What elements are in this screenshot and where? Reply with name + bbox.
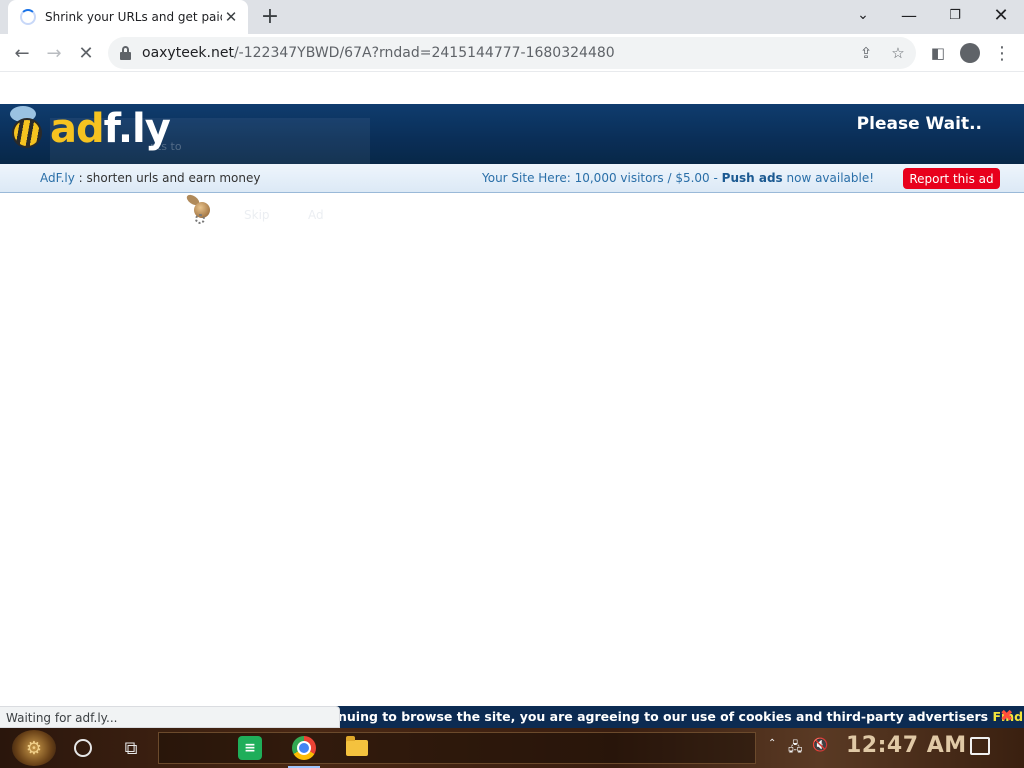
task-view-icon[interactable]: ⧉ (120, 737, 142, 759)
browser-toolbar: ← → ✕ oaxyteek.net/-122347YBWD/67A?rndad… (0, 34, 1024, 72)
tray-overflow-icon[interactable]: ⌃ (768, 738, 776, 749)
menu-icon[interactable]: ⋮ (988, 39, 1016, 67)
adfly-infobar: AdF.ly : shorten urls and earn money You… (0, 164, 1024, 193)
back-arrow-icon[interactable]: ← (8, 39, 36, 67)
report-ad-button[interactable]: Report this ad (903, 168, 1000, 189)
ghost-skip-link[interactable]: Skip (244, 208, 270, 222)
tab-search-chevron-down-icon[interactable]: ⌄ (840, 0, 886, 30)
forward-arrow-icon[interactable]: → (40, 39, 68, 67)
cortana-icon[interactable] (74, 739, 92, 757)
cookie-close-icon[interactable]: ✖ (1000, 706, 1013, 725)
lock-icon[interactable] (120, 46, 131, 60)
address-bar[interactable]: oaxyteek.net/-122347YBWD/67A?rndad=24151… (108, 37, 916, 69)
url-path: /-122347YBWD/67A?rndad=2415144777-168032… (233, 45, 615, 61)
adfly-logo[interactable]: adf.ly (50, 106, 171, 152)
clock[interactable]: 12:47 AM (846, 733, 967, 758)
mechanical-bee-icon (184, 192, 220, 226)
file-explorer-icon[interactable] (345, 736, 369, 760)
loading-spinner-icon (20, 9, 36, 25)
tab-title: Shrink your URLs and get paid! (45, 10, 222, 24)
start-button[interactable]: ⚙ (12, 730, 56, 766)
promo-bold: Push ads (721, 171, 783, 185)
adfly-header: nts to adf.ly Please Wait.. (0, 104, 1024, 164)
star-icon[interactable]: ☆ (886, 41, 910, 65)
stop-icon[interactable]: ✕ (72, 39, 100, 67)
sheets-app-icon[interactable]: ≡ (238, 736, 262, 760)
network-icon[interactable]: 🖧 (788, 738, 803, 760)
notification-icon[interactable] (970, 737, 990, 755)
bee-icon (10, 106, 44, 148)
chrome-app-icon[interactable] (292, 736, 316, 760)
adfly-brand-link[interactable]: AdF.ly (40, 171, 75, 185)
minimize-icon[interactable]: — (886, 0, 932, 30)
close-window-icon[interactable]: ✕ (978, 0, 1024, 30)
status-bubble: Waiting for adf.ly... (0, 706, 340, 728)
restore-icon[interactable]: ❐ (932, 0, 978, 30)
please-wait-text: Please Wait.. (856, 114, 982, 134)
tab-strip: Shrink your URLs and get paid! ✕ + ⌄ — ❐… (0, 0, 1024, 34)
page-content: nts to adf.ly Please Wait.. AdF.ly : sho… (0, 72, 1024, 728)
promo-link[interactable]: Your Site Here: 10,000 visitors / $5.00 … (482, 171, 874, 185)
promo-suffix: now available! (782, 171, 875, 185)
volume-muted-icon[interactable]: 🔇 (812, 738, 828, 753)
tab-close-icon[interactable]: ✕ (222, 8, 240, 26)
cookie-text: nuing to browse the site, you are agreei… (338, 709, 1024, 724)
active-tab[interactable]: Shrink your URLs and get paid! ✕ (8, 0, 248, 34)
promo-prefix: Your Site Here: 10,000 visitors / $5.00 … (482, 171, 722, 185)
infobar-tagline: AdF.ly : shorten urls and earn money (40, 171, 261, 185)
url-host: oaxyteek.net (142, 45, 234, 61)
new-tab-button[interactable]: + (258, 5, 282, 29)
taskbar: ⚙ ⧉ ≡ ⌃ 🖧 🔇 12:47 AM (0, 728, 1024, 768)
share-icon[interactable]: ⇪ (854, 41, 878, 65)
side-panel-icon[interactable]: ◧ (924, 39, 952, 67)
url-text[interactable]: oaxyteek.net/-122347YBWD/67A?rndad=24151… (142, 45, 615, 61)
tagline-text: : shorten urls and earn money (74, 171, 261, 185)
ghost-ad-link[interactable]: Ad (308, 208, 324, 222)
profile-icon[interactable] (956, 39, 984, 67)
